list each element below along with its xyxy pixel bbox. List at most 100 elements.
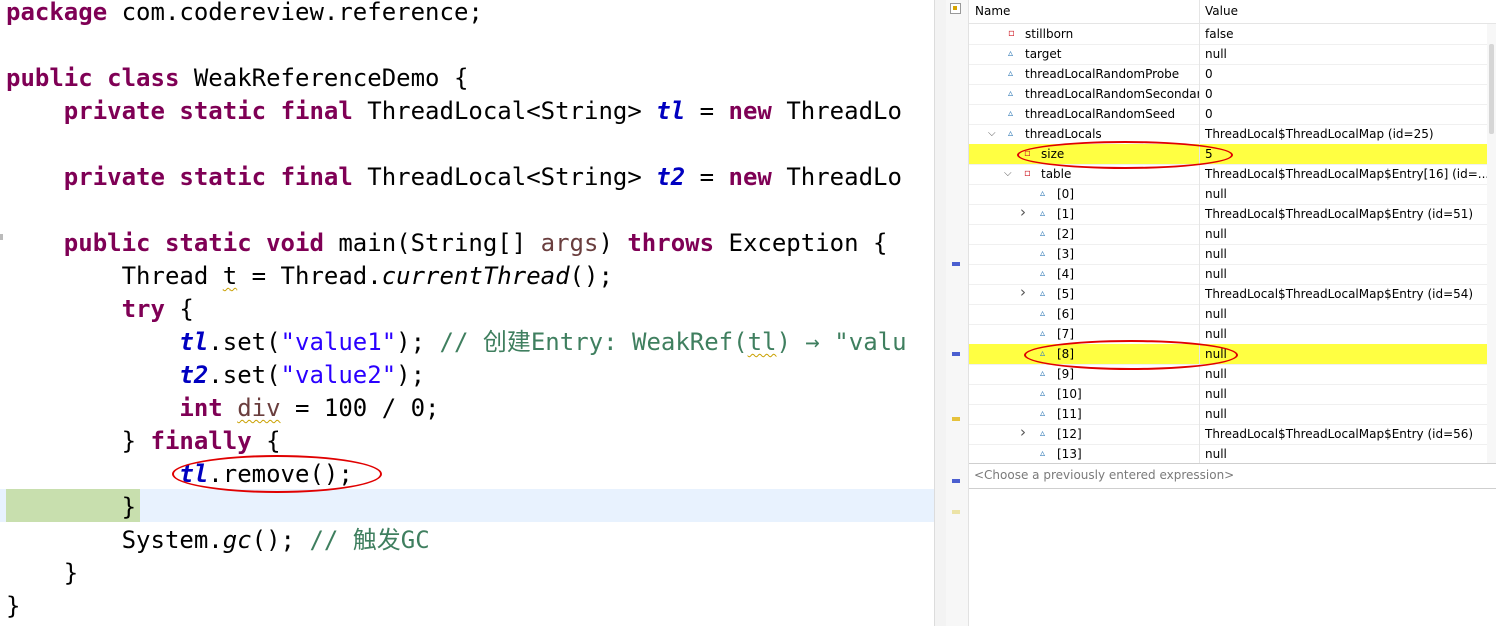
- code-editor[interactable]: package com.codereview.reference; public …: [0, 0, 934, 626]
- code-line[interactable]: } finally {: [0, 425, 934, 458]
- view-menu-icon[interactable]: [950, 3, 961, 14]
- variable-row[interactable]: ⌵ ▵ threadLocals ThreadLocal$ThreadLocalMap…: [969, 124, 1487, 145]
- code-token: int: [179, 394, 223, 422]
- scrollbar-thumb[interactable]: [1489, 44, 1494, 134]
- code-line[interactable]: try {: [0, 293, 934, 326]
- variable-row[interactable]: ▵ [3] null: [969, 244, 1487, 265]
- variable-row[interactable]: ▵ [7] null: [969, 324, 1487, 345]
- chevron-right-icon[interactable]: ›: [1020, 284, 1026, 301]
- package-field-icon: ▵: [1040, 268, 1046, 279]
- variable-value: 0: [1205, 107, 1213, 121]
- code-token: class: [107, 64, 180, 92]
- code-line[interactable]: [0, 128, 934, 161]
- code-line[interactable]: }: [0, 491, 934, 524]
- variable-row[interactable]: › ▵ [12] ThreadLocal$ThreadLocalMap$Entry (…: [969, 424, 1487, 445]
- code-line[interactable]: }: [0, 557, 934, 590]
- variable-row[interactable]: › ▵ [1] ThreadLocal$ThreadLocalMap$Entry (i…: [969, 204, 1487, 225]
- column-header-value[interactable]: Value: [1205, 4, 1238, 18]
- package-field-icon: ▵: [1040, 308, 1046, 319]
- variable-row[interactable]: ▵ threadLocalRandomSecondarySeed 0: [969, 84, 1487, 105]
- code-token: System.: [6, 526, 223, 554]
- code-line[interactable]: [0, 194, 934, 227]
- variable-row[interactable]: ▫ size 5: [969, 144, 1487, 165]
- code-line[interactable]: t2.set("value2");: [0, 359, 934, 392]
- variable-row[interactable]: ▵ [8] null: [969, 344, 1487, 365]
- variable-name-cell: ⌵ ▵ threadLocals: [969, 124, 1199, 144]
- package-field-icon: ▵: [1008, 68, 1014, 79]
- column-header-name[interactable]: Name: [975, 4, 1010, 18]
- variable-name-cell: ▵ [6]: [969, 304, 1199, 324]
- variable-value: null: [1205, 247, 1227, 261]
- code-line-text: t2.set("value2");: [6, 359, 425, 392]
- private-field-icon: ▫: [1024, 168, 1031, 179]
- occurrence-marker[interactable]: [952, 479, 960, 483]
- variable-row[interactable]: ▵ target null: [969, 44, 1487, 65]
- package-field-icon: ▵: [1008, 108, 1014, 119]
- variable-row[interactable]: ▫ stillborn false: [969, 24, 1487, 45]
- variable-row[interactable]: ▵ threadLocalRandomSeed 0: [969, 104, 1487, 125]
- expression-input[interactable]: <Choose a previously entered expression>: [969, 463, 1496, 489]
- variable-name-cell: ▵ target: [969, 44, 1199, 64]
- variable-name-cell: ▵ threadLocalRandomSeed: [969, 104, 1199, 124]
- variable-row[interactable]: ▵ [13] null: [969, 444, 1487, 465]
- code-token: try: [121, 295, 165, 323]
- code-line[interactable]: Thread t = Thread.currentThread();: [0, 260, 934, 293]
- variable-name-cell: ⌵ ▫ table: [969, 164, 1199, 184]
- code-line-text: package com.codereview.reference;: [6, 0, 483, 29]
- chevron-right-icon[interactable]: ›: [1020, 424, 1026, 441]
- variable-value: null: [1205, 347, 1227, 361]
- code-line[interactable]: }: [0, 590, 934, 623]
- occurrence-marker[interactable]: [952, 352, 960, 356]
- code-token: =: [685, 163, 729, 191]
- code-token: {: [251, 427, 281, 455]
- code-line[interactable]: System.gc(); // 触发GC: [0, 524, 934, 557]
- variable-row[interactable]: ▵ [2] null: [969, 224, 1487, 245]
- variable-name-cell: ▫ size: [969, 144, 1199, 164]
- variable-row[interactable]: ▵ [10] null: [969, 384, 1487, 405]
- code-token: private: [63, 163, 165, 191]
- variable-row[interactable]: ▵ [6] null: [969, 304, 1487, 325]
- occurrence-marker[interactable]: [952, 262, 960, 266]
- warning-marker[interactable]: [952, 510, 960, 514]
- code-line[interactable]: tl.remove();: [0, 458, 934, 491]
- code-line[interactable]: [0, 29, 934, 62]
- code-token: // 触发GC: [309, 526, 430, 554]
- chevron-right-icon[interactable]: ›: [1020, 204, 1026, 221]
- variable-name: size: [1041, 147, 1065, 161]
- code-line[interactable]: package com.codereview.reference;: [0, 0, 934, 29]
- code-token: .set(: [208, 328, 281, 356]
- code-line-text: try {: [6, 293, 194, 326]
- code-line[interactable]: public static void main(String[] args) t…: [0, 227, 934, 260]
- variable-row[interactable]: ⌵ ▫ table ThreadLocal$ThreadLocalMap$Entry[…: [969, 164, 1490, 185]
- variable-row[interactable]: ▵ [9] null: [969, 364, 1487, 385]
- variable-row[interactable]: ▵ threadLocalRandomProbe 0: [969, 64, 1487, 85]
- code-token: // 创建Entry: WeakRef(: [439, 328, 748, 356]
- code-token: t2: [656, 163, 686, 191]
- code-token: currentThread: [381, 262, 570, 290]
- variable-value: null: [1205, 407, 1227, 421]
- code-line[interactable]: private static final ThreadLocal<String>…: [0, 161, 934, 194]
- variable-row[interactable]: ▵ [0] null: [969, 184, 1487, 205]
- code-line-text: }: [6, 590, 20, 623]
- code-token: throws: [627, 229, 715, 257]
- chevron-down-icon[interactable]: ⌵: [1004, 168, 1012, 179]
- code-token: ) → "valu: [776, 328, 907, 356]
- code-token: tl: [179, 328, 209, 356]
- warning-marker[interactable]: [952, 417, 960, 421]
- variable-value: ThreadLocal$ThreadLocalMap$Entry[16] (id…: [1205, 167, 1490, 181]
- variable-name: threadLocalRandomProbe: [1025, 67, 1180, 81]
- column-divider[interactable]: [1199, 0, 1200, 463]
- variable-row[interactable]: ▵ [11] null: [969, 404, 1487, 425]
- package-field-icon: ▵: [1008, 88, 1014, 99]
- code-line[interactable]: int div = 100 / 0;: [0, 392, 934, 425]
- variable-row[interactable]: › ▵ [5] ThreadLocal$ThreadLocalMap$Entry (i…: [969, 284, 1487, 305]
- code-line[interactable]: tl.set("value1"); // 创建Entry: WeakRef(tl…: [0, 326, 934, 359]
- variables-view[interactable]: Name Value ▫ stillborn false ▵ target null ▵ th…: [969, 0, 1496, 626]
- code-line[interactable]: private static final ThreadLocal<String>…: [0, 95, 934, 128]
- chevron-down-icon[interactable]: ⌵: [988, 128, 996, 139]
- variable-value: 0: [1205, 67, 1213, 81]
- code-token: ): [598, 229, 628, 257]
- code-line[interactable]: public class WeakReferenceDemo {: [0, 62, 934, 95]
- variable-row[interactable]: ▵ [4] null: [969, 264, 1487, 285]
